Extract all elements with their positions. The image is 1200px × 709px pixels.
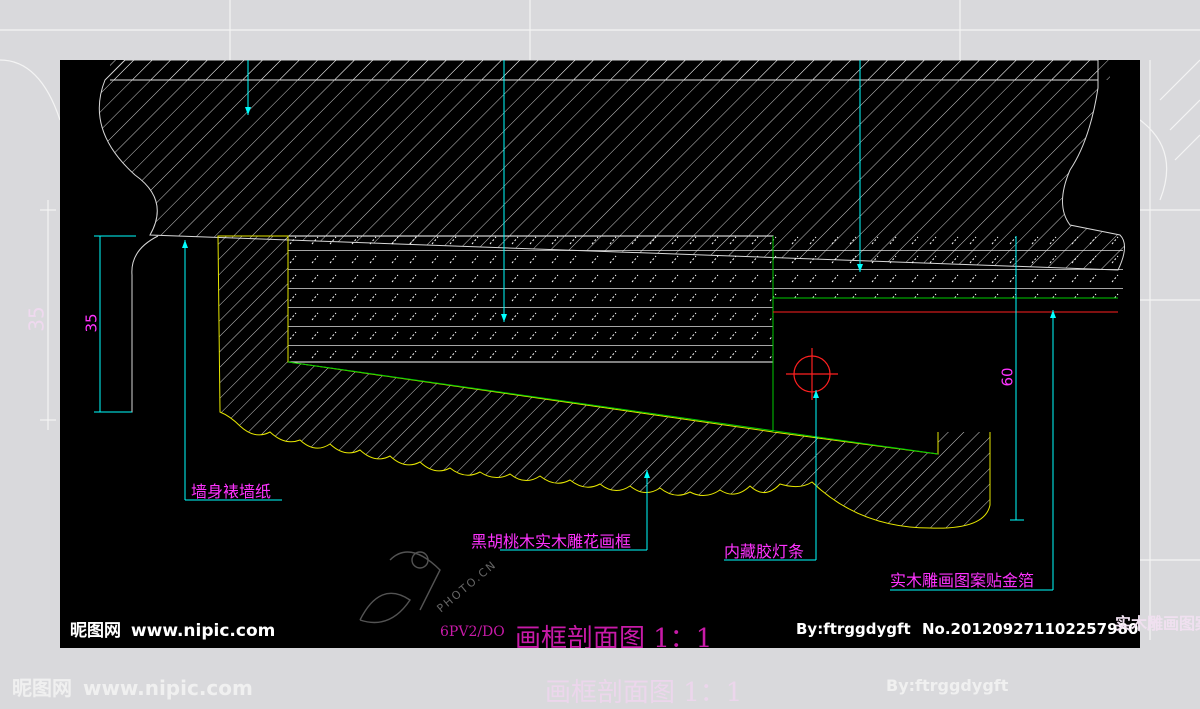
watermark-number: No.20120927110225798000 xyxy=(921,620,1140,638)
ghost-drawing-title: 画框剖面图 1：1 xyxy=(545,678,743,708)
ghost-site-url: www.nipic.com xyxy=(82,676,253,700)
wall-profile xyxy=(100,235,159,413)
ghost-author-name: By:ftrggdygft xyxy=(886,676,1009,695)
watermark-author-name: By:ftrggdygft xyxy=(796,620,911,638)
label-gold-leaf-pattern: 实木雕画图案贴金箔 xyxy=(890,571,1035,590)
ghost-dimension-35: 35 xyxy=(24,306,49,332)
drawing-title: 画框剖面图 1：1 xyxy=(515,624,713,648)
label-hidden-light-strip: 内藏胶灯条 xyxy=(724,542,805,561)
watermark-author: By:ftrggdygft No.20120927110225798000 xyxy=(796,620,1140,638)
watermark-site-name: 昵图网 xyxy=(70,621,121,641)
ghost-watermark-site: 昵图网 www.nipic.com xyxy=(12,672,253,701)
ghost-gold-leaf-label: 实木雕画图案贴金箔 xyxy=(1115,614,1200,633)
watermark-site: 昵图网 www.nipic.com xyxy=(70,616,275,641)
dimension-35: 35 xyxy=(82,313,101,333)
wood-grain-section xyxy=(287,235,774,363)
nipic-stamp-watermark xyxy=(359,551,441,624)
ghost-site-name: 昵图网 xyxy=(12,676,72,700)
ghost-watermark-author: By:ftrggdygft xyxy=(886,676,1008,695)
drawing-code: 6PV2/DO xyxy=(440,624,505,640)
light-strip-recess xyxy=(773,312,1118,432)
frame-section-drawing xyxy=(94,60,1125,624)
cad-drawing-canvas: 墙身裱墙纸 黑胡桃木实木雕花画框 内藏胶灯条 实木雕画图案贴金箔 35 60 6… xyxy=(60,60,1140,648)
label-wall-wallpaper: 墙身裱墙纸 xyxy=(191,482,272,501)
label-walnut-carved-frame: 黑胡桃木实木雕花画框 xyxy=(471,532,632,551)
dimension-60: 60 xyxy=(998,367,1017,387)
watermark-site-url: www.nipic.com xyxy=(130,621,276,641)
